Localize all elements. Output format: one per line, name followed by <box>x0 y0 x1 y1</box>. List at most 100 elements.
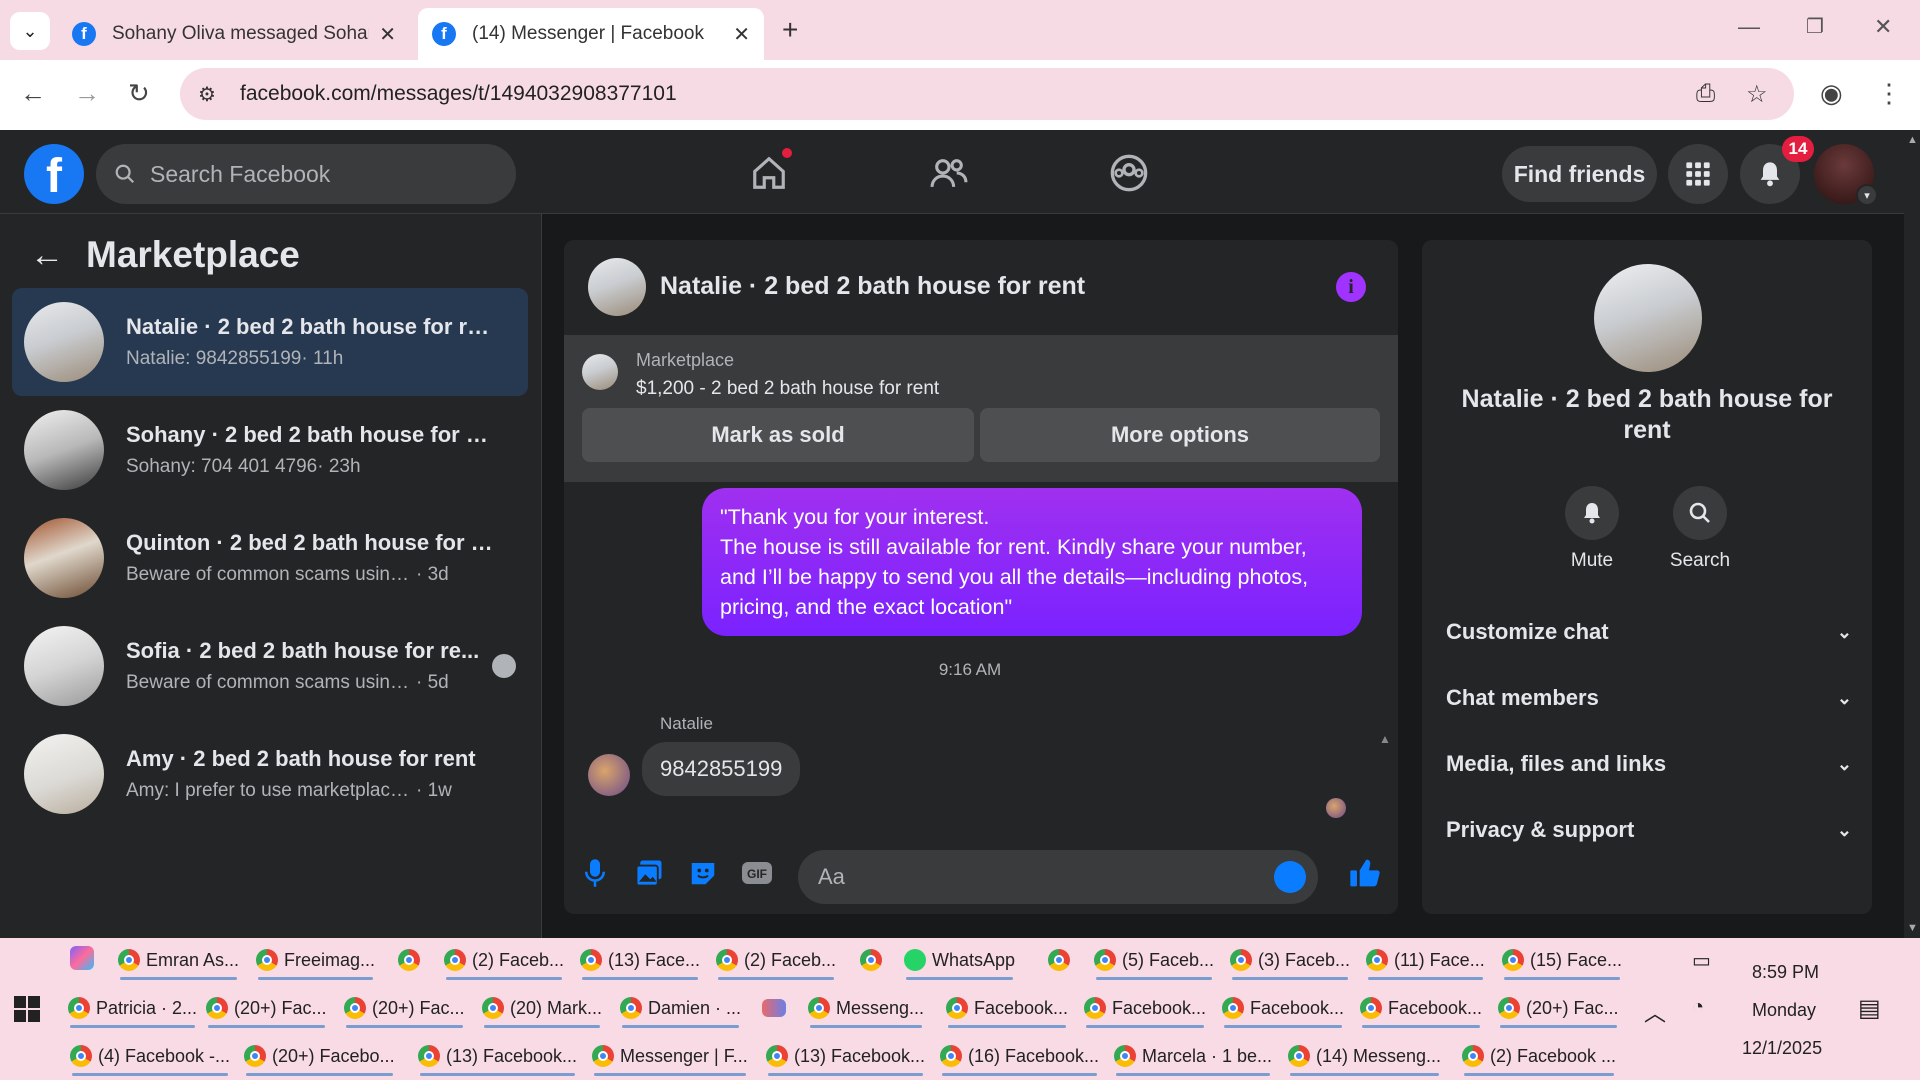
taskbar-item[interactable]: (13) Face... <box>580 942 700 980</box>
scroll-up-icon[interactable]: ▲ <box>1379 732 1391 746</box>
minimize-icon[interactable]: — <box>1738 14 1760 40</box>
taskbar-item[interactable]: (16) Facebook... <box>940 1038 1099 1076</box>
conversation-item-sohany[interactable]: Sohany · 2 bed 2 bath house for re... So… <box>12 396 528 504</box>
photo-attach-icon[interactable] <box>632 856 666 890</box>
message-input[interactable] <box>798 850 1318 904</box>
taskbar-item[interactable]: (5) Faceb... <box>1094 942 1214 980</box>
back-arrow-icon[interactable]: ← <box>30 236 64 275</box>
browser-tab-1[interactable]: f (14) Messenger | Facebook ✕ <box>418 8 764 60</box>
scroll-down-icon[interactable]: ▼ <box>1907 922 1918 934</box>
battery-icon[interactable]: ▭ <box>1692 948 1711 973</box>
taskbar-item[interactable]: Marcela · 1 be... <box>1114 1038 1272 1076</box>
message-text-field[interactable] <box>818 864 1258 890</box>
emoji-icon[interactable] <box>1274 861 1306 893</box>
groups-nav-icon[interactable] <box>1104 150 1154 196</box>
taskbar-item[interactable]: (2) Faceb... <box>716 942 836 980</box>
find-friends-button[interactable]: Find friends <box>1502 146 1657 202</box>
taskbar-item[interactable]: (15) Face... <box>1502 942 1622 980</box>
gif-icon[interactable]: GIF <box>740 856 774 890</box>
page-scrollbar[interactable]: ▲ ▼ <box>1904 130 1920 938</box>
restore-icon[interactable]: ❐ <box>1806 14 1824 39</box>
copilot-icon[interactable] <box>70 946 94 970</box>
taskbar-item[interactable]: (13) Facebook... <box>766 1038 925 1076</box>
taskbar-item[interactable]: (2) Facebook ... <box>1462 1038 1616 1076</box>
address-bar[interactable]: ⚙ facebook.com/messages/t/14940329083771… <box>180 68 1794 120</box>
taskbar-item[interactable]: Emran As... <box>118 942 239 980</box>
conversation-item-natalie[interactable]: Natalie · 2 bed 2 bath house for rent Na… <box>12 288 528 396</box>
conversation-item-sofia[interactable]: Sofia · 2 bed 2 bath house for re... Bew… <box>12 612 528 720</box>
taskbar-item[interactable]: Facebook... <box>946 990 1068 1028</box>
notifications-center-icon[interactable]: ▤ <box>1858 994 1881 1023</box>
thumbs-up-icon[interactable] <box>1348 856 1382 890</box>
sender-avatar[interactable] <box>588 754 630 796</box>
taskbar-item[interactable]: Patricia · 2... <box>68 990 197 1028</box>
listing-summary[interactable]: $1,200 - 2 bed 2 bath house for rent <box>636 378 939 400</box>
taskbar-item[interactable]: (20+) Facebo... <box>244 1038 395 1076</box>
mark-as-sold-button[interactable]: Mark as sold <box>582 408 974 462</box>
windows-start-icon[interactable] <box>14 996 40 1022</box>
show-hidden-icons-chevron-icon[interactable]: ︿ <box>1644 996 1666 1028</box>
taskbar-item-whatsapp[interactable]: WhatsApp <box>904 942 1015 980</box>
facebook-search[interactable] <box>96 144 516 204</box>
taskbar-item[interactable]: (11) Face... <box>1366 942 1485 980</box>
taskbar-item[interactable]: Messenger | F... <box>592 1038 748 1076</box>
taskbar-item[interactable]: (3) Faceb... <box>1230 942 1350 980</box>
conversation-item-quinton[interactable]: Quinton · 2 bed 2 bath house for r... Be… <box>12 504 528 612</box>
close-tab-icon[interactable]: ✕ <box>733 22 750 47</box>
taskbar-item[interactable]: Facebook... <box>1084 990 1206 1028</box>
taskbar-item[interactable]: (13) Facebook... <box>418 1038 577 1076</box>
chat-title[interactable]: Natalie · 2 bed 2 bath house for rent <box>660 272 1085 301</box>
bookmark-star-icon[interactable]: ☆ <box>1746 80 1768 109</box>
site-settings-icon[interactable]: ⚙ <box>198 82 228 107</box>
taskbar-item[interactable]: (20+) Fac... <box>206 990 327 1028</box>
taskbar-item[interactable]: Damien · ... <box>620 990 741 1028</box>
facebook-logo[interactable]: f <box>24 144 84 204</box>
chat-members-row[interactable]: Chat members ⌄ <box>1446 670 1852 726</box>
install-app-icon[interactable]: ⎙ <box>1696 80 1715 108</box>
scroll-up-icon[interactable]: ▲ <box>1907 134 1918 146</box>
taskbar-item[interactable]: Facebook... <box>1222 990 1344 1028</box>
network-icon[interactable]: ◔ <box>1692 996 1704 1019</box>
taskbar-item[interactable]: Messeng... <box>808 990 924 1028</box>
close-tab-icon[interactable]: ✕ <box>379 22 396 47</box>
microphone-icon[interactable] <box>578 856 612 890</box>
search-action[interactable]: Search <box>1660 486 1740 572</box>
mute-action[interactable]: Mute <box>1552 486 1632 572</box>
clock-time[interactable]: 8:59 PM <box>1752 962 1819 983</box>
customize-chat-row[interactable]: Customize chat ⌄ <box>1446 604 1852 660</box>
taskbar-item[interactable] <box>1048 942 1076 978</box>
profile-icon[interactable]: ◉ <box>1820 78 1843 109</box>
menu-grid-icon[interactable] <box>1668 144 1728 204</box>
forward-icon[interactable]: → <box>74 78 100 109</box>
taskbar-item[interactable]: (2) Faceb... <box>444 942 564 980</box>
close-window-icon[interactable]: ✕ <box>1874 14 1892 40</box>
conversation-item-amy[interactable]: Amy · 2 bed 2 bath house for rent Amy: I… <box>12 720 528 828</box>
taskbar-item[interactable]: (20+) Fac... <box>1498 990 1619 1028</box>
listing-thumbnail[interactable] <box>582 354 618 390</box>
clock-day[interactable]: Monday <box>1752 1000 1816 1021</box>
media-files-links-row[interactable]: Media, files and links ⌄ <box>1446 736 1852 792</box>
taskbar-item[interactable]: (20+) Fac... <box>344 990 465 1028</box>
privacy-support-row[interactable]: Privacy & support ⌄ <box>1446 802 1852 858</box>
taskbar-item[interactable]: Facebook... <box>1360 990 1482 1028</box>
reload-icon[interactable]: ↻ <box>128 78 150 109</box>
friends-nav-icon[interactable] <box>924 150 974 196</box>
back-icon[interactable]: ← <box>20 78 46 109</box>
search-input[interactable] <box>150 160 470 188</box>
info-icon[interactable]: i <box>1336 272 1366 302</box>
bell-icon[interactable] <box>1565 486 1619 540</box>
details-avatar[interactable] <box>1594 264 1702 372</box>
sticker-icon[interactable] <box>686 856 720 890</box>
taskbar-item[interactable]: (14) Messeng... <box>1288 1038 1441 1076</box>
search-icon[interactable] <box>1673 486 1727 540</box>
clock-date[interactable]: 12/1/2025 <box>1742 1038 1822 1059</box>
taskbar-item[interactable] <box>860 942 888 978</box>
browser-tab-0[interactable]: f Sohany Oliva messaged Sohany ✕ <box>58 8 410 60</box>
home-nav-icon[interactable] <box>744 148 794 196</box>
more-options-button[interactable]: More options <box>980 408 1380 462</box>
tab-search-dropdown-icon[interactable]: ⌄ <box>10 12 50 50</box>
menu-kebab-icon[interactable]: ⋮ <box>1876 78 1902 109</box>
new-tab-icon[interactable]: + <box>782 14 798 46</box>
taskbar-item[interactable]: (20) Mark... <box>482 990 602 1028</box>
chat-avatar[interactable] <box>588 258 646 316</box>
